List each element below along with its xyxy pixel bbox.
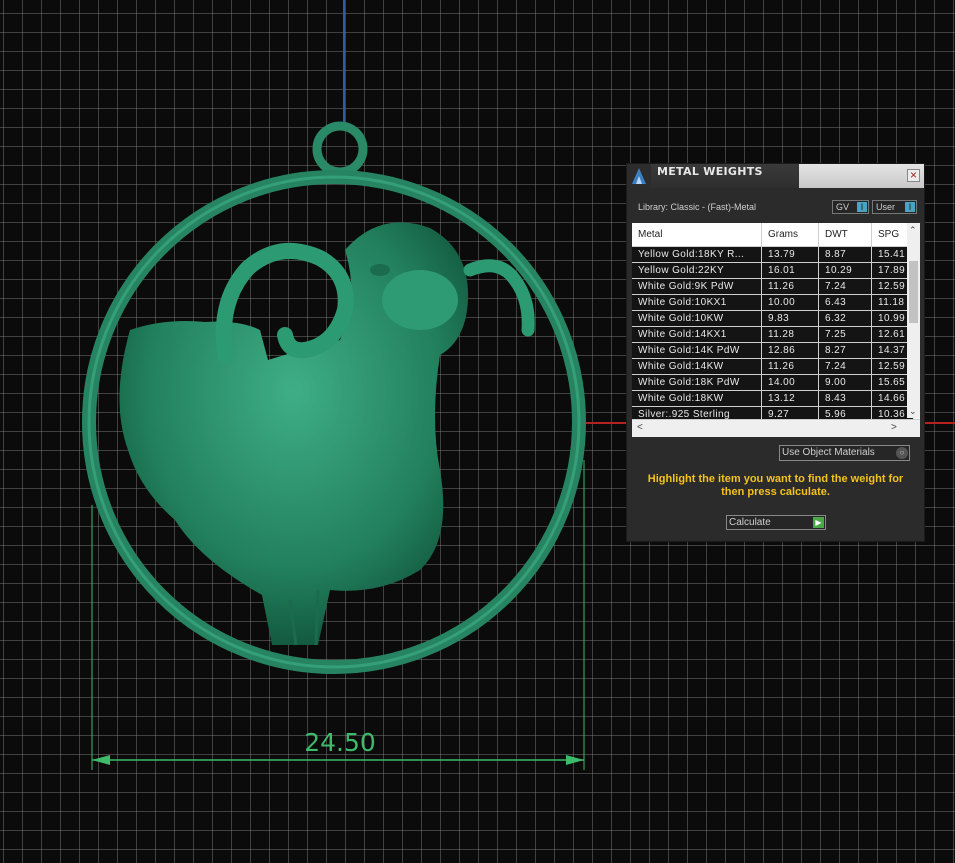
table-row[interactable]: White Gold:9K PdW 11.26 7.24 12.59 [632,278,914,295]
metal-table[interactable]: Metal Grams DWT SPG Yellow Gold:18KY R..… [632,223,920,437]
library-label: Library: Classic - (Fast)-Metal [638,202,757,212]
user-toggle-label: User [876,202,896,212]
scroll-down-icon[interactable]: ⌄ [909,406,917,417]
metal-weights-panel: METAL WEIGHTS × Library: Classic - (Fast… [626,163,925,542]
metal-name: Yellow Gold:18KY R... [632,246,762,263]
play-arrow-icon: ▶ [813,517,824,528]
panel-titlebar[interactable]: METAL WEIGHTS × [627,164,924,188]
scroll-up-icon[interactable]: ⌃ [909,225,917,236]
close-icon[interactable]: × [907,169,920,182]
dwt-value: 8.87 [818,246,872,263]
instruction-text: Highlight the item you want to find the … [647,473,904,498]
column-header-grams[interactable]: Grams [761,223,819,247]
gv-toggle[interactable]: GV I [832,200,869,214]
column-header-metal[interactable]: Metal [632,223,762,247]
dwt-value: 10.29 [818,262,872,279]
dwt-value: 7.24 [818,278,872,295]
metal-name: White Gold:10KW [632,310,762,327]
scroll-thumb[interactable] [909,261,918,323]
material-source-value: Use Object Materials [782,447,875,458]
ram-relief [119,222,535,646]
table-row[interactable]: White Gold:10KW 9.83 6.32 10.99 [632,310,914,327]
pendant-bail [312,121,368,177]
scroll-left-icon[interactable]: < [637,422,643,433]
grams-value: 13.12 [761,390,819,407]
dwt-value: 9.00 [818,374,872,391]
dwt-value: 6.32 [818,310,872,327]
gv-toggle-label: GV [836,202,850,212]
gv-toggle-knob: I [857,202,867,212]
table-header-row: Metal Grams DWT SPG [632,223,914,247]
dwt-value: 8.27 [818,342,872,359]
table-row[interactable]: White Gold:18KW 13.12 8.43 14.66 [632,390,914,407]
metal-name: White Gold:9K PdW [632,278,762,295]
grams-value: 11.28 [761,326,819,343]
material-source-dropdown[interactable]: Use Object Materials ○ [779,445,910,461]
grams-value: 9.83 [761,310,819,327]
metal-name: White Gold:18K PdW [632,374,762,391]
table-vertical-scrollbar[interactable]: ⌃ ⌄ [907,223,920,418]
grams-value: 14.00 [761,374,819,391]
grams-value: 11.26 [761,358,819,375]
metal-name: White Gold:14KX1 [632,326,762,343]
dwt-value: 7.25 [818,326,872,343]
metal-name: Yellow Gold:22KY [632,262,762,279]
metal-name: White Gold:14KW [632,358,762,375]
metal-name: White Gold:14K PdW [632,342,762,359]
dwt-value: 8.43 [818,390,872,407]
table-horizontal-scrollbar[interactable]: < > [632,419,920,437]
table-row[interactable]: White Gold:14KW 11.26 7.24 12.59 [632,358,914,375]
grams-value: 12.86 [761,342,819,359]
metal-name: White Gold:10KX1 [632,294,762,311]
calculate-label: Calculate [729,517,771,528]
grams-value: 10.00 [761,294,819,311]
calculate-button[interactable]: Calculate ▶ [726,515,826,530]
scroll-right-icon[interactable]: > [891,422,897,433]
table-row[interactable]: Yellow Gold:22KY 16.01 10.29 17.89 [632,262,914,279]
grams-value: 11.26 [761,278,819,295]
table-row[interactable]: White Gold:14KX1 11.28 7.25 12.61 [632,326,914,343]
table-row[interactable]: White Gold:18K PdW 14.00 9.00 15.65 [632,374,914,391]
panel-title: METAL WEIGHTS [657,165,763,178]
dwt-value: 6.43 [818,294,872,311]
user-toggle[interactable]: User I [872,200,917,214]
table-row[interactable]: White Gold:14K PdW 12.86 8.27 14.37 [632,342,914,359]
table-row[interactable]: White Gold:10KX1 10.00 6.43 11.18 [632,294,914,311]
metal-name: White Gold:18KW [632,390,762,407]
grams-value: 16.01 [761,262,819,279]
app-logo-icon [627,164,651,188]
user-toggle-knob: I [905,202,915,212]
dimension-label: 24.50 [304,728,376,757]
table-row[interactable]: Yellow Gold:18KY R... 13.79 8.87 15.41 [632,246,914,263]
column-header-dwt[interactable]: DWT [818,223,872,247]
metal-table-grid: Metal Grams DWT SPG Yellow Gold:18KY R..… [632,223,914,423]
dropdown-circle-icon[interactable]: ○ [896,447,908,459]
dwt-value: 7.24 [818,358,872,375]
grams-value: 13.79 [761,246,819,263]
